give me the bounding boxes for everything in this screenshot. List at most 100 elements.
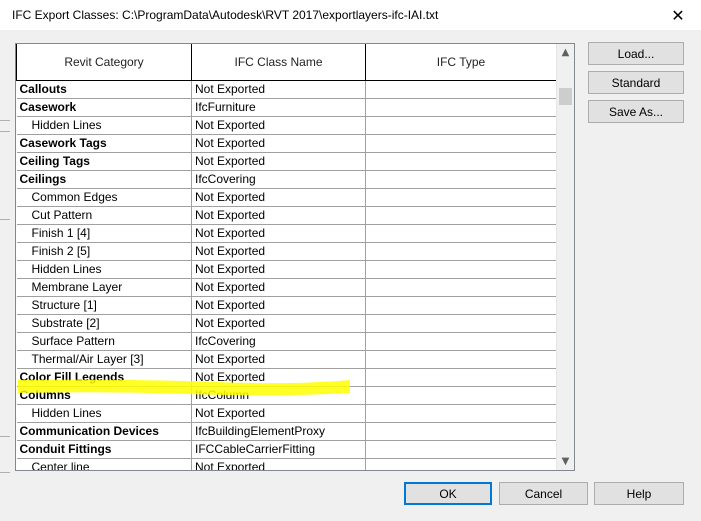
load-button[interactable]: Load... xyxy=(588,42,684,65)
ifc-type-cell[interactable] xyxy=(365,241,557,261)
revit-category-cell[interactable]: Callouts xyxy=(16,79,192,99)
ifc-class-name-cell[interactable]: Not Exported xyxy=(191,151,366,171)
revit-category-cell[interactable]: Finish 1 [4] xyxy=(16,223,192,243)
revit-category-cell[interactable]: Communication Devices xyxy=(16,421,192,441)
export-classes-grid[interactable]: Revit Category IFC Class Name IFC Type C… xyxy=(15,43,575,471)
ifc-class-name-cell[interactable]: IfcFurniture xyxy=(191,97,366,117)
revit-category-cell[interactable]: Finish 2 [5] xyxy=(16,241,192,261)
ifc-type-cell[interactable] xyxy=(365,223,557,243)
standard-button[interactable]: Standard xyxy=(588,71,684,94)
ifc-class-name-cell[interactable]: Not Exported xyxy=(191,259,366,279)
scroll-down-arrow-icon[interactable]: ▼ xyxy=(557,453,574,470)
revit-category-cell[interactable]: Structure [1] xyxy=(16,295,192,315)
table-row[interactable]: Callouts Not Exported xyxy=(16,79,557,99)
scroll-thumb[interactable] xyxy=(559,88,572,105)
ifc-class-name-cell[interactable]: Not Exported xyxy=(191,133,366,153)
table-row[interactable]: Ceiling Tags Not Exported xyxy=(16,151,557,171)
ifc-type-cell[interactable] xyxy=(365,205,557,225)
table-row[interactable]: Structure [1] Not Exported xyxy=(16,295,557,315)
ifc-type-cell[interactable] xyxy=(365,187,557,207)
revit-category-cell[interactable]: Color Fill Legends xyxy=(16,367,192,387)
revit-category-cell[interactable]: Thermal/Air Layer [3] xyxy=(16,349,192,369)
ifc-class-name-cell[interactable]: IFCCableCarrierFitting xyxy=(191,439,366,459)
ifc-class-name-cell[interactable]: Not Exported xyxy=(191,115,366,135)
ifc-type-cell[interactable] xyxy=(365,457,557,470)
table-row[interactable]: Substrate [2] Not Exported xyxy=(16,313,557,333)
table-row[interactable]: Cut Pattern Not Exported xyxy=(16,205,557,225)
table-row[interactable]: Finish 1 [4] Not Exported xyxy=(16,223,557,243)
revit-category-cell[interactable]: Substrate [2] xyxy=(16,313,192,333)
ifc-type-cell[interactable] xyxy=(365,277,557,297)
ifc-type-cell[interactable] xyxy=(365,349,557,369)
cancel-button[interactable]: Cancel xyxy=(499,482,588,505)
ifc-class-name-cell[interactable]: Not Exported xyxy=(191,349,366,369)
ifc-class-name-cell[interactable]: Not Exported xyxy=(191,223,366,243)
ifc-class-name-cell[interactable]: IfcCovering xyxy=(191,331,366,351)
ifc-type-cell[interactable] xyxy=(365,403,557,423)
revit-category-cell[interactable]: Hidden Lines xyxy=(16,259,192,279)
table-row[interactable]: Common Edges Not Exported xyxy=(16,187,557,207)
table-row[interactable]: Membrane Layer Not Exported xyxy=(16,277,557,297)
ok-button[interactable]: OK xyxy=(404,482,492,505)
revit-category-cell[interactable]: Casework Tags xyxy=(16,133,192,153)
close-button[interactable]: ✕ xyxy=(655,0,701,30)
column-header-ifc-class-name[interactable]: IFC Class Name xyxy=(191,44,366,81)
table-row[interactable]: Conduit Fittings IFCCableCarrierFitting xyxy=(16,439,557,459)
ifc-type-cell[interactable] xyxy=(365,133,557,153)
revit-category-cell[interactable]: Membrane Layer xyxy=(16,277,192,297)
table-row[interactable]: Communication Devices IfcBuildingElementP… xyxy=(16,421,557,441)
ifc-type-cell[interactable] xyxy=(365,259,557,279)
ifc-class-name-cell[interactable]: Not Exported xyxy=(191,457,366,470)
table-row[interactable]: Finish 2 [5] Not Exported xyxy=(16,241,557,261)
ifc-class-name-cell[interactable]: Not Exported xyxy=(191,295,366,315)
ifc-type-cell[interactable] xyxy=(365,313,557,333)
ifc-class-name-cell[interactable]: IfcColumn xyxy=(191,385,366,405)
revit-category-cell[interactable]: Columns xyxy=(16,385,192,405)
table-row[interactable]: Center line Not Exported xyxy=(16,457,557,470)
save-as-button[interactable]: Save As... xyxy=(588,100,684,123)
revit-category-cell[interactable]: Hidden Lines xyxy=(16,403,192,423)
ifc-class-name-cell[interactable]: Not Exported xyxy=(191,187,366,207)
help-button[interactable]: Help xyxy=(594,482,684,505)
table-row[interactable]: Ceilings IfcCovering xyxy=(16,169,557,189)
revit-category-cell[interactable]: Surface Pattern xyxy=(16,331,192,351)
table-row[interactable]: Color Fill Legends Not Exported xyxy=(16,367,557,387)
table-row[interactable]: Hidden Lines Not Exported xyxy=(16,115,557,135)
table-row[interactable]: Surface Pattern IfcCovering xyxy=(16,331,557,351)
revit-category-cell[interactable]: Hidden Lines xyxy=(16,115,192,135)
ifc-class-name-cell[interactable]: Not Exported xyxy=(191,79,366,99)
revit-category-cell[interactable]: Cut Pattern xyxy=(16,205,192,225)
column-header-revit-category[interactable]: Revit Category xyxy=(16,44,192,81)
ifc-type-cell[interactable] xyxy=(365,385,557,405)
table-row[interactable]: Casework IfcFurniture xyxy=(16,97,557,117)
column-header-ifc-type[interactable]: IFC Type xyxy=(365,44,557,81)
table-row[interactable]: Thermal/Air Layer [3] Not Exported xyxy=(16,349,557,369)
revit-category-cell[interactable]: Conduit Fittings xyxy=(16,439,192,459)
table-row[interactable]: Columns IfcColumn xyxy=(16,385,557,405)
ifc-class-name-cell[interactable]: Not Exported xyxy=(191,367,366,387)
revit-category-cell[interactable]: Casework xyxy=(16,97,192,117)
ifc-class-name-cell[interactable]: Not Exported xyxy=(191,277,366,297)
table-row[interactable]: Casework Tags Not Exported xyxy=(16,133,557,153)
revit-category-cell[interactable]: Ceilings xyxy=(16,169,192,189)
ifc-class-name-cell[interactable]: Not Exported xyxy=(191,205,366,225)
ifc-type-cell[interactable] xyxy=(365,151,557,171)
ifc-type-cell[interactable] xyxy=(365,439,557,459)
revit-category-cell[interactable]: Ceiling Tags xyxy=(16,151,192,171)
ifc-type-cell[interactable] xyxy=(365,367,557,387)
ifc-type-cell[interactable] xyxy=(365,79,557,99)
ifc-type-cell[interactable] xyxy=(365,115,557,135)
scroll-up-arrow-icon[interactable]: ▲ xyxy=(557,44,574,61)
ifc-type-cell[interactable] xyxy=(365,331,557,351)
ifc-type-cell[interactable] xyxy=(365,97,557,117)
ifc-type-cell[interactable] xyxy=(365,169,557,189)
ifc-class-name-cell[interactable]: IfcCovering xyxy=(191,169,366,189)
ifc-type-cell[interactable] xyxy=(365,421,557,441)
ifc-class-name-cell[interactable]: Not Exported xyxy=(191,241,366,261)
revit-category-cell[interactable]: Common Edges xyxy=(16,187,192,207)
revit-category-cell[interactable]: Center line xyxy=(16,457,192,470)
ifc-class-name-cell[interactable]: Not Exported xyxy=(191,403,366,423)
table-row[interactable]: Hidden Lines Not Exported xyxy=(16,259,557,279)
vertical-scrollbar[interactable]: ▲ ▼ xyxy=(556,44,574,470)
ifc-class-name-cell[interactable]: IfcBuildingElementProxy xyxy=(191,421,366,441)
